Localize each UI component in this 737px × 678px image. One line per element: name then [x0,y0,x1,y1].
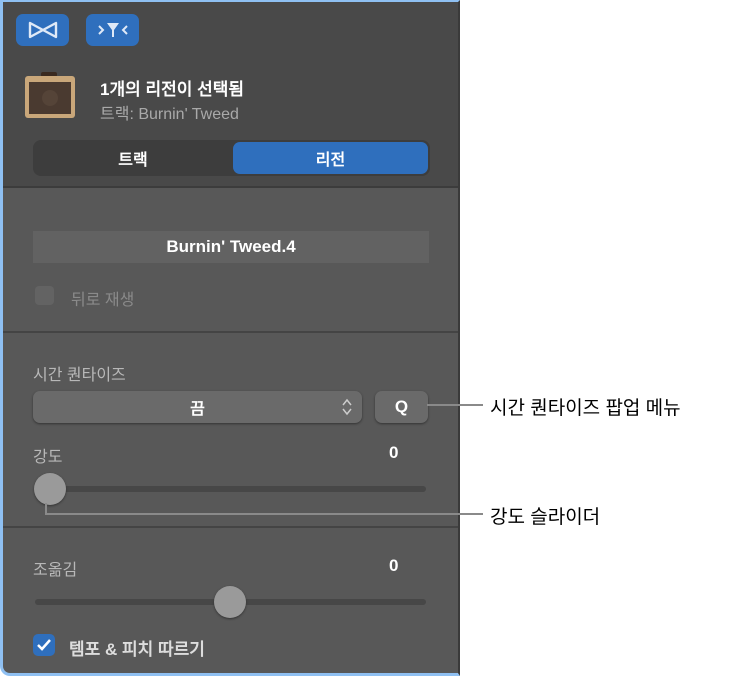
strength-callout: 강도 슬라이더 [490,507,601,528]
reverse-checkbox[interactable] [35,286,54,305]
loop-icon [28,21,57,39]
callout-line [427,404,483,406]
strength-slider-knob[interactable] [34,473,66,505]
strength-slider-track[interactable] [35,486,426,492]
strength-value: 0 [389,443,399,462]
inspector-header: 1개의 리전이 선택됨 트랙: Burnin' Tweed 트랙 리전 [3,2,458,188]
follow-tempo-label: 템포 & 피치 따르기 [69,640,205,659]
quantize-popup[interactable]: 끔 [33,391,362,423]
checkmark-icon [37,639,51,651]
quantize-value: 끔 [190,401,205,418]
amp-icon [23,70,77,120]
tab-track[interactable]: 트랙 [35,142,231,174]
swing-value: 0 [389,556,399,575]
follow-tempo-checkbox[interactable] [33,634,55,656]
divider [3,526,458,528]
chevron-updown-icon [342,398,352,416]
region-name-field[interactable]: Burnin' Tweed.4 [33,231,429,263]
region-inspector: 1개의 리전이 선택됨 트랙: Burnin' Tweed 트랙 리전 Burn… [0,0,460,676]
loop-button[interactable] [16,14,69,46]
swing-slider-knob[interactable] [213,586,246,618]
divider [3,331,458,333]
quantize-label: 시간 퀀타이즈 [33,367,126,384]
selection-title: 1개의 리전이 선택됨 [100,80,245,99]
filter-icon [97,23,128,37]
tab-region[interactable]: 리전 [233,142,428,174]
filter-button[interactable] [86,14,139,46]
strength-label: 강도 [33,449,63,466]
swing-label: 조옮김 [33,562,78,579]
inspector-tabs: 트랙 리전 [33,140,430,176]
quantize-callout: 시간 퀀타이즈 팝업 메뉴 [490,398,681,419]
callout-line [45,513,483,515]
reverse-label: 뒤로 재생 [71,292,135,309]
track-subtitle: 트랙: Burnin' Tweed [100,106,239,123]
quantize-q-button[interactable]: Q [375,391,428,423]
